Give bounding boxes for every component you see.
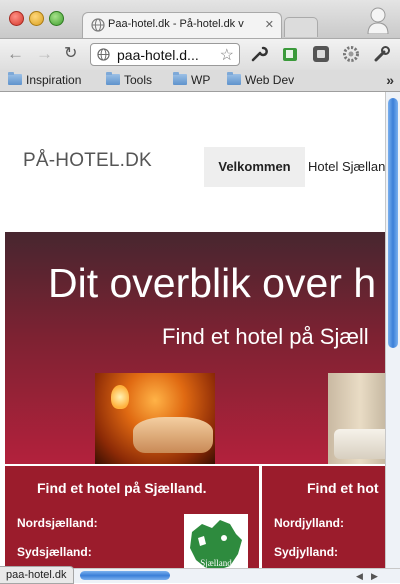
close-window-button[interactable] <box>9 11 24 26</box>
sjaelland-map[interactable]: Sjælland <box>184 514 248 568</box>
bookmark-star-icon[interactable]: ☆ <box>220 45 234 65</box>
bookmark-folder-webdev[interactable]: Web Dev <box>227 72 295 87</box>
nav-item-velkommen[interactable]: Velkommen <box>204 147 305 187</box>
hero-subtitle: Find et hotel på Sjæll <box>162 324 369 349</box>
hero-banner: Dit overblik over h Find et hotel på Sjæ… <box>5 232 385 464</box>
jylland-box: Find et hot Nordjylland: Sydjylland: <box>262 466 385 568</box>
bookmark-label: Tools <box>124 73 153 87</box>
forward-button[interactable]: → <box>36 45 53 63</box>
region-link-sydjylland[interactable]: Sydjylland: <box>274 545 338 559</box>
hero-title: Dit overblik over h <box>48 260 377 306</box>
close-tab-icon[interactable]: ✕ <box>265 18 274 31</box>
vertical-scrollbar[interactable] <box>385 92 400 568</box>
bookmark-label: Inspiration <box>26 73 82 87</box>
page-info-icon[interactable] <box>97 48 110 61</box>
url-text: paa-hotel.d... <box>117 47 199 63</box>
address-bar[interactable]: paa-hotel.d... ☆ <box>90 43 240 66</box>
bookmark-folder-inspiration[interactable]: Inspiration <box>8 72 82 87</box>
region-link-nordsjaelland[interactable]: Nordsjælland: <box>17 516 98 530</box>
status-bubble: paa-hotel.dk <box>0 566 74 584</box>
screenshot-extension-icon[interactable] <box>312 45 330 63</box>
site-logo[interactable]: PÅ-HOTEL.DK <box>23 150 152 172</box>
hotel-room-photo <box>95 373 215 464</box>
wrench-extension-icon[interactable] <box>250 45 268 63</box>
folder-icon <box>173 72 187 85</box>
folder-icon <box>106 72 120 85</box>
bed-shape <box>334 429 385 459</box>
sjaelland-box: Find et hotel på Sjælland. Nordsjælland:… <box>5 466 259 568</box>
folder-icon <box>8 72 22 85</box>
scroll-right-arrow-icon[interactable]: ▶ <box>371 569 378 583</box>
lamp-shape <box>111 385 129 409</box>
browser-tab[interactable]: Paa-hotel.dk - På-hotel.dk v ✕ <box>82 12 282 38</box>
bookmarks-bar: Inspiration Tools WP Web Dev » <box>0 70 400 92</box>
page-viewport: PÅ-HOTEL.DK Velkommen Hotel Sjælland Dit… <box>0 92 385 568</box>
hotel-bedroom-photo <box>328 373 385 464</box>
profile-icon[interactable] <box>366 4 390 34</box>
settings-wrench-icon[interactable] <box>373 45 391 63</box>
browser-toolbar: ← → ↻ paa-hotel.d... ☆ <box>0 38 400 70</box>
globe-icon <box>91 18 105 32</box>
scroll-left-arrow-icon[interactable]: ◀ <box>356 569 363 583</box>
tab-title: Paa-hotel.dk - På-hotel.dk v <box>108 18 244 30</box>
reload-button[interactable]: ↻ <box>64 45 77 63</box>
vertical-scroll-thumb[interactable] <box>388 98 398 348</box>
zoom-window-button[interactable] <box>49 11 64 26</box>
region-link-nordjylland[interactable]: Nordjylland: <box>274 516 344 530</box>
gear-extension-icon[interactable] <box>342 45 360 63</box>
bookmark-folder-tools[interactable]: Tools <box>106 72 153 87</box>
evernote-extension-icon[interactable] <box>281 45 299 63</box>
folder-icon <box>227 72 241 85</box>
horizontal-scroll-thumb[interactable] <box>80 571 170 580</box>
region-link-sydsjaelland[interactable]: Sydsjælland: <box>17 545 92 559</box>
minimize-window-button[interactable] <box>29 11 44 26</box>
bookmark-label: WP <box>191 73 211 87</box>
new-tab-button[interactable] <box>284 17 318 37</box>
bookmark-folder-wp[interactable]: WP <box>173 72 211 87</box>
nav-item-hotel-sjaelland[interactable]: Hotel Sjælland <box>308 147 385 187</box>
bookmark-label: Web Dev <box>245 73 295 87</box>
map-label: Sjælland <box>200 558 232 568</box>
window-titlebar: Paa-hotel.dk - På-hotel.dk v ✕ <box>0 0 400 38</box>
back-button[interactable]: ← <box>7 45 24 63</box>
box-title: Find et hot <box>307 480 379 496</box>
box-title: Find et hotel på Sjælland. <box>37 480 207 496</box>
bed-shape <box>133 417 213 453</box>
bookmarks-overflow-button[interactable]: » <box>386 72 394 88</box>
